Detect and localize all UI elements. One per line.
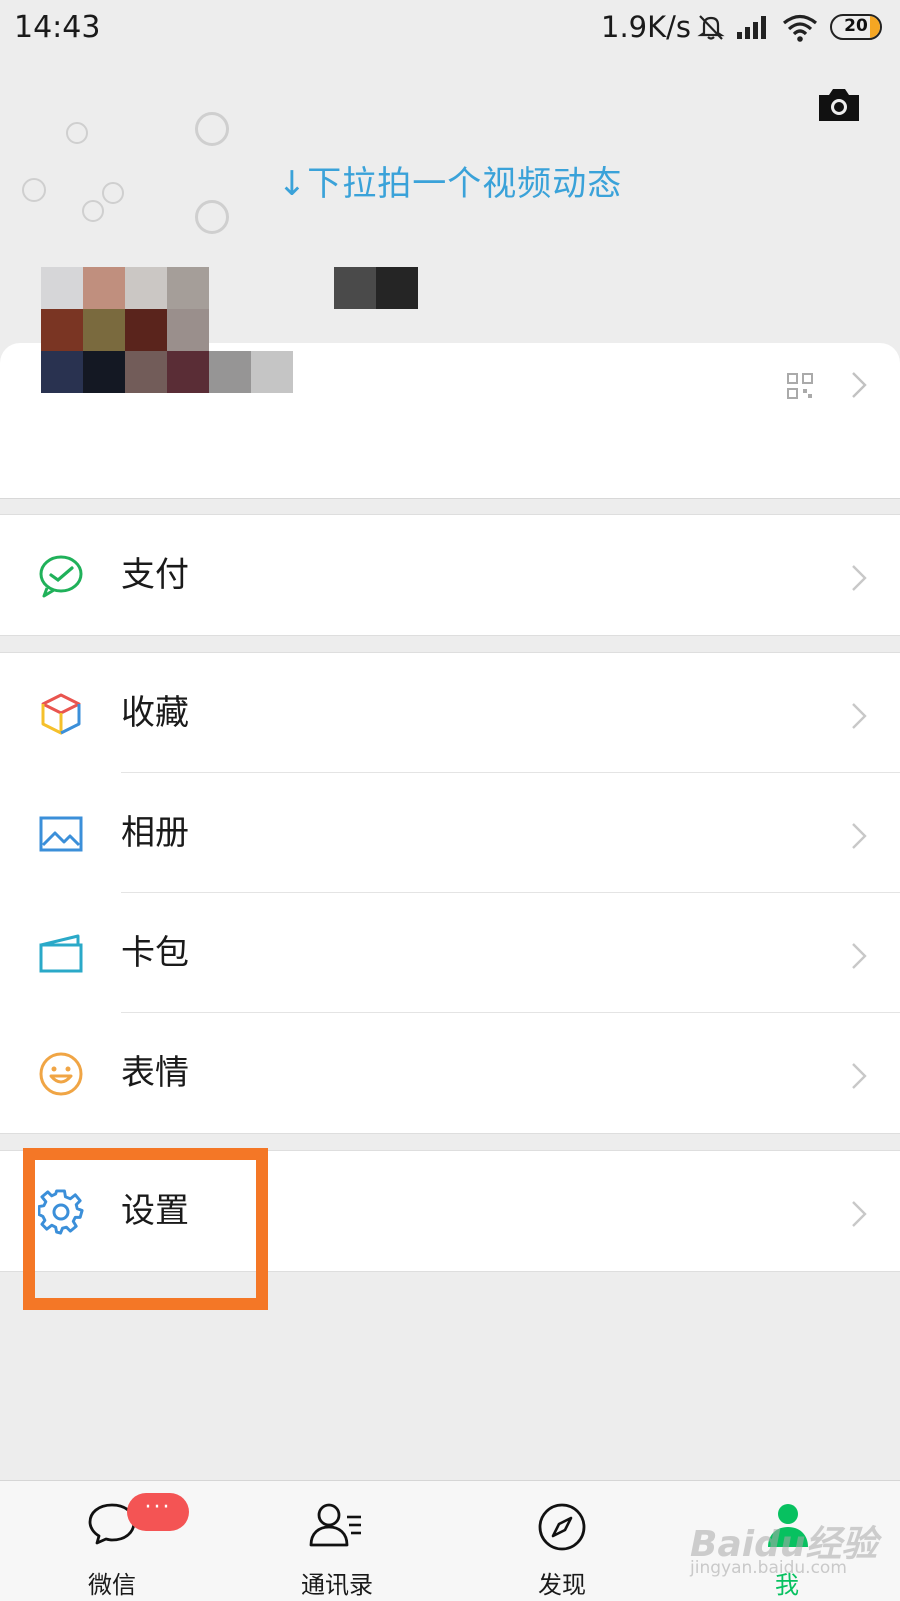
chevron-right-icon [852, 565, 867, 591]
menu-label-favorites: 收藏 [121, 693, 189, 733]
menu-item-pay[interactable]: 支付 [0, 515, 900, 635]
pay-icon [39, 555, 83, 598]
tab-label-contacts: 通讯录 [301, 1571, 373, 1599]
menu-group-main: 收藏 相册 卡包 表情 [0, 652, 900, 1134]
menu-item-stickers[interactable]: 表情 [0, 1013, 900, 1133]
decor-bubble [195, 200, 229, 234]
tab-contacts[interactable]: 通讯录 [277, 1481, 397, 1601]
chevron-right-icon [852, 703, 867, 729]
status-bar: 14:43 1.9K/s 20 [0, 0, 900, 58]
battery-level: 20 [844, 16, 868, 36]
settings-highlight-box [23, 1148, 268, 1310]
favorites-cube-icon [41, 693, 81, 735]
card-wallet-icon [39, 934, 83, 973]
chevron-right-icon [852, 1201, 867, 1227]
baidu-watermark-url: jingyan.baidu.com [690, 1558, 847, 1578]
decor-bubble [195, 112, 229, 146]
contacts-icon [309, 1503, 361, 1547]
tab-label-chats: 微信 [88, 1571, 136, 1599]
unread-badge: ··· [127, 1493, 189, 1531]
wifi-icon [782, 14, 818, 42]
album-picture-icon [39, 816, 83, 852]
nickname-pixelated [334, 267, 418, 309]
menu-label-pay: 支付 [121, 555, 189, 595]
menu-group-pay: 支付 [0, 514, 900, 636]
pull-down-video-hint: ↓下拉拍一个视频动态 [277, 164, 623, 204]
chevron-right-icon [852, 1063, 867, 1089]
tab-discover[interactable]: 发现 [502, 1481, 622, 1601]
menu-item-cards[interactable]: 卡包 [0, 893, 900, 1013]
qr-code-icon[interactable] [786, 372, 814, 400]
smiley-icon [39, 1052, 83, 1096]
avatar[interactable] [41, 267, 293, 393]
menu-label-stickers: 表情 [121, 1053, 189, 1093]
menu-label-cards: 卡包 [121, 933, 189, 973]
menu-label-album: 相册 [121, 813, 189, 853]
signal-icon [737, 16, 766, 39]
bell-muted-icon [697, 15, 725, 40]
compass-icon [538, 1503, 586, 1551]
menu-item-album[interactable]: 相册 [0, 773, 900, 893]
chevron-right-icon [852, 943, 867, 969]
network-speed: 1.9K/s [601, 10, 692, 44]
chevron-right-icon[interactable] [850, 370, 868, 400]
status-time: 14:43 [14, 10, 101, 45]
menu-item-favorites[interactable]: 收藏 [0, 653, 900, 773]
camera-icon[interactable] [816, 86, 862, 124]
decor-bubble [66, 122, 88, 144]
tab-label-discover: 发现 [538, 1571, 586, 1599]
chevron-right-icon [852, 823, 867, 849]
battery-icon: 20 [830, 14, 882, 40]
